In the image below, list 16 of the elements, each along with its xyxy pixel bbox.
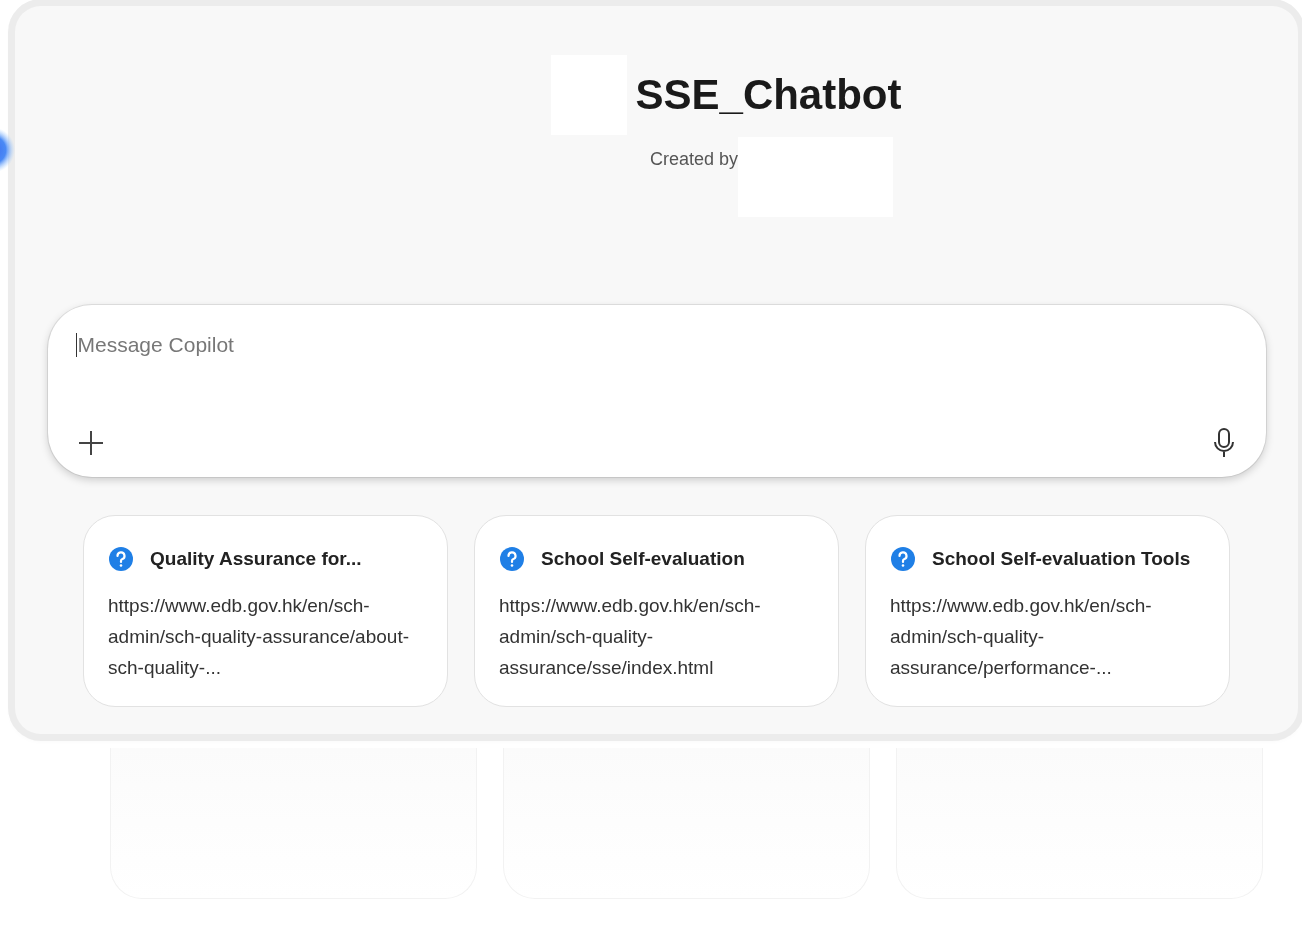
card-url: https://www.edb.gov.hk/en/sch-admin/sch-quality-assurance/sse/index.html [499,594,762,680]
card-url: https://www.edb.gov.hk/en/sch-admin/sch-quality-assurance/about-sch-quality-... [108,594,410,680]
question-icon [890,546,916,572]
creator-label: Created by [649,149,739,170]
suggestion-card[interactable]: Quality Assurance for... https://www.edb.gov.hk/en/sch-admin/sch-quality-assurance/about-sch-quality-... [83,515,448,707]
message-input[interactable]: Message Copilot [75,333,1238,357]
card-title: School Self-evaluation [541,548,745,570]
card-url: https://www.edb.gov.hk/en/sch-admin/sch-quality-assurance/performance-... [890,594,1153,680]
suggestion-card[interactable]: School Self-evaluation Tools https://www.edb.gov.hk/en/sch-admin/sch-quality-assurance/performance-... [865,515,1230,707]
microphone-icon[interactable] [1211,427,1236,459]
card-title: Quality Assurance for... [150,548,362,570]
question-icon [499,546,525,572]
bot-title: SSE_Chatbot [635,71,902,119]
suggestion-card[interactable]: School Self-evaluation https://www.edb.gov.hk/en/sch-admin/sch-quality-assurance/sse/index.html [474,515,839,707]
card-title: School Self-evaluation Tools [932,548,1191,570]
question-icon [108,546,134,572]
